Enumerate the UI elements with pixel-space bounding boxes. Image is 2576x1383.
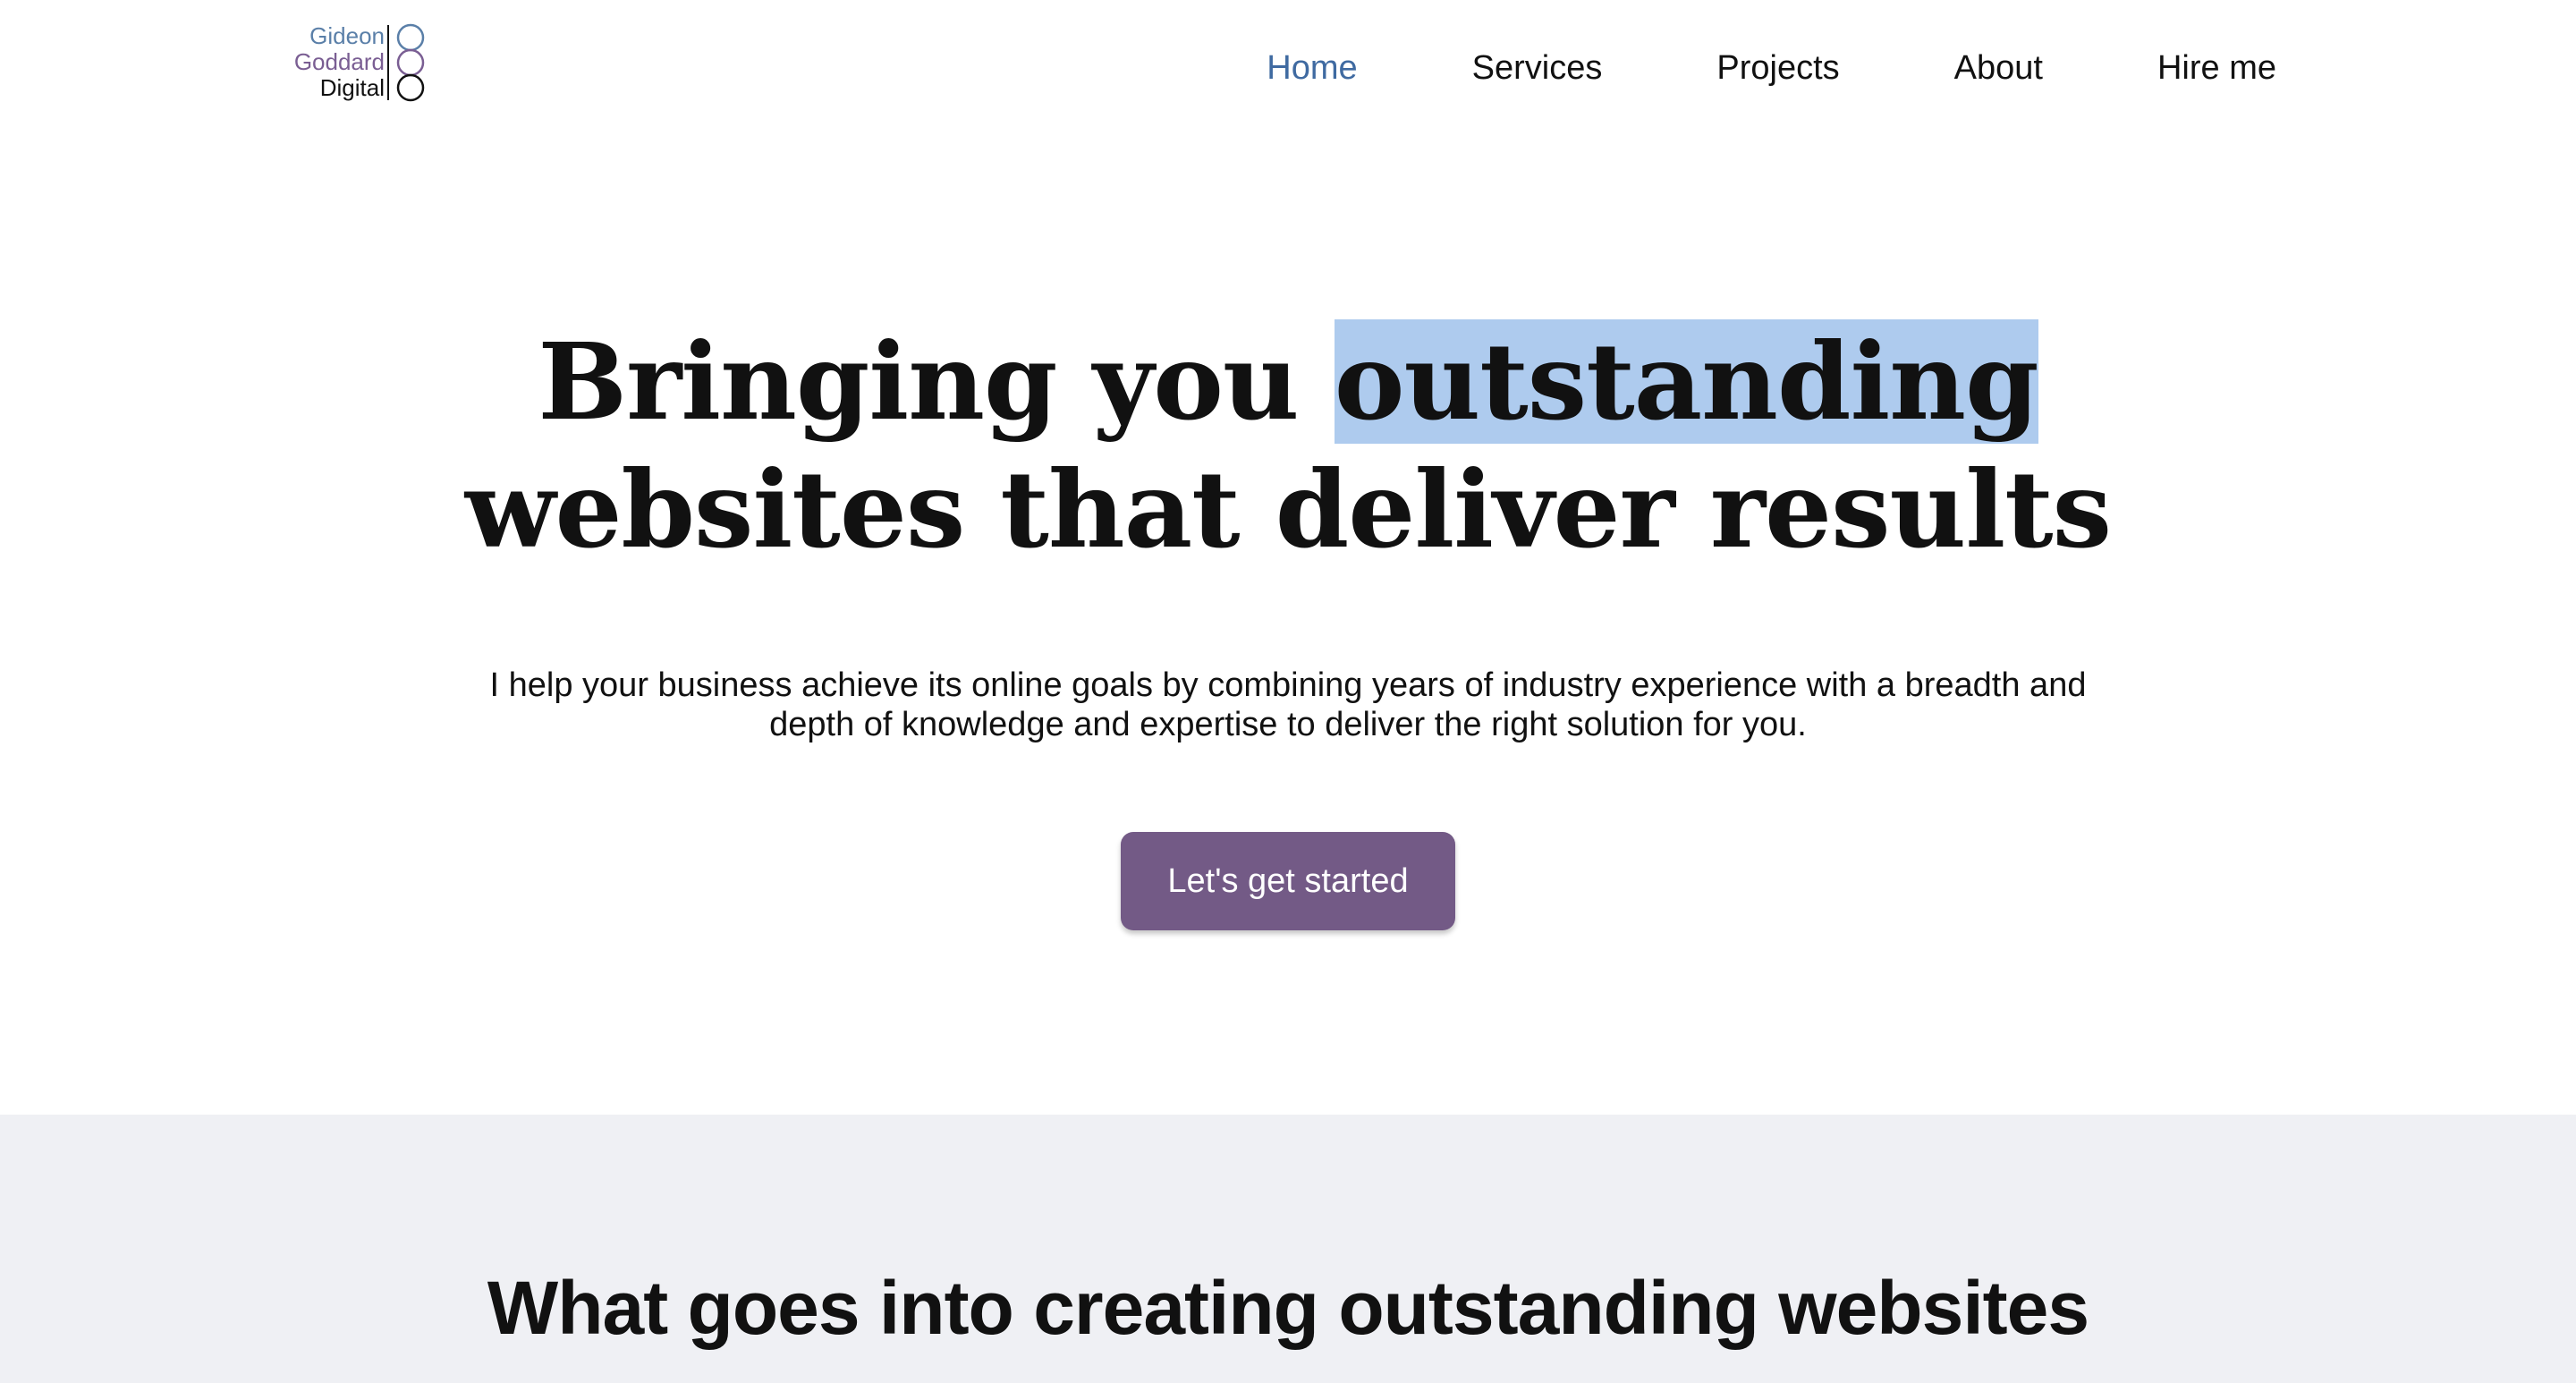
site-header: Gideon Goddard Digital Home Services Pro… <box>0 0 2576 134</box>
get-started-button[interactable]: Let's get started <box>1121 832 1455 930</box>
hero-subtitle: I help your business achieve its online … <box>489 666 2087 743</box>
hero-title-part2: websites that deliver results <box>464 447 2112 572</box>
logo-wordmark: Gideon Goddard Digital <box>294 23 385 101</box>
nav-item-services[interactable]: Services <box>1472 45 1603 91</box>
hero-title: Bringing you outstanding websites that de… <box>0 318 2576 573</box>
nav-item-hire-me[interactable]: Hire me <box>2157 45 2276 91</box>
main-nav: Home Services Projects About Hire me <box>1152 45 2276 91</box>
logo-line-digital: Digital <box>319 74 385 101</box>
process-section: What goes into creating outstanding webs… <box>0 1115 2576 1383</box>
nav-item-projects[interactable]: Projects <box>1716 45 1839 91</box>
hero-title-part1: Bringing you <box>538 319 1335 444</box>
nav-item-home[interactable]: Home <box>1267 45 1357 91</box>
page: Gideon Goddard Digital Home Services Pro… <box>0 0 2576 1383</box>
logo-circles-icon <box>387 23 425 102</box>
logo-line-goddard: Goddard <box>293 48 385 75</box>
logo-link[interactable]: Gideon Goddard Digital <box>284 23 428 102</box>
logo-line-gideon: Gideon <box>309 22 385 49</box>
hero-title-highlight: outstanding <box>1334 319 2039 444</box>
nav-item-about[interactable]: About <box>1954 45 2043 91</box>
process-section-title: What goes into creating outstanding webs… <box>487 1266 2089 1350</box>
